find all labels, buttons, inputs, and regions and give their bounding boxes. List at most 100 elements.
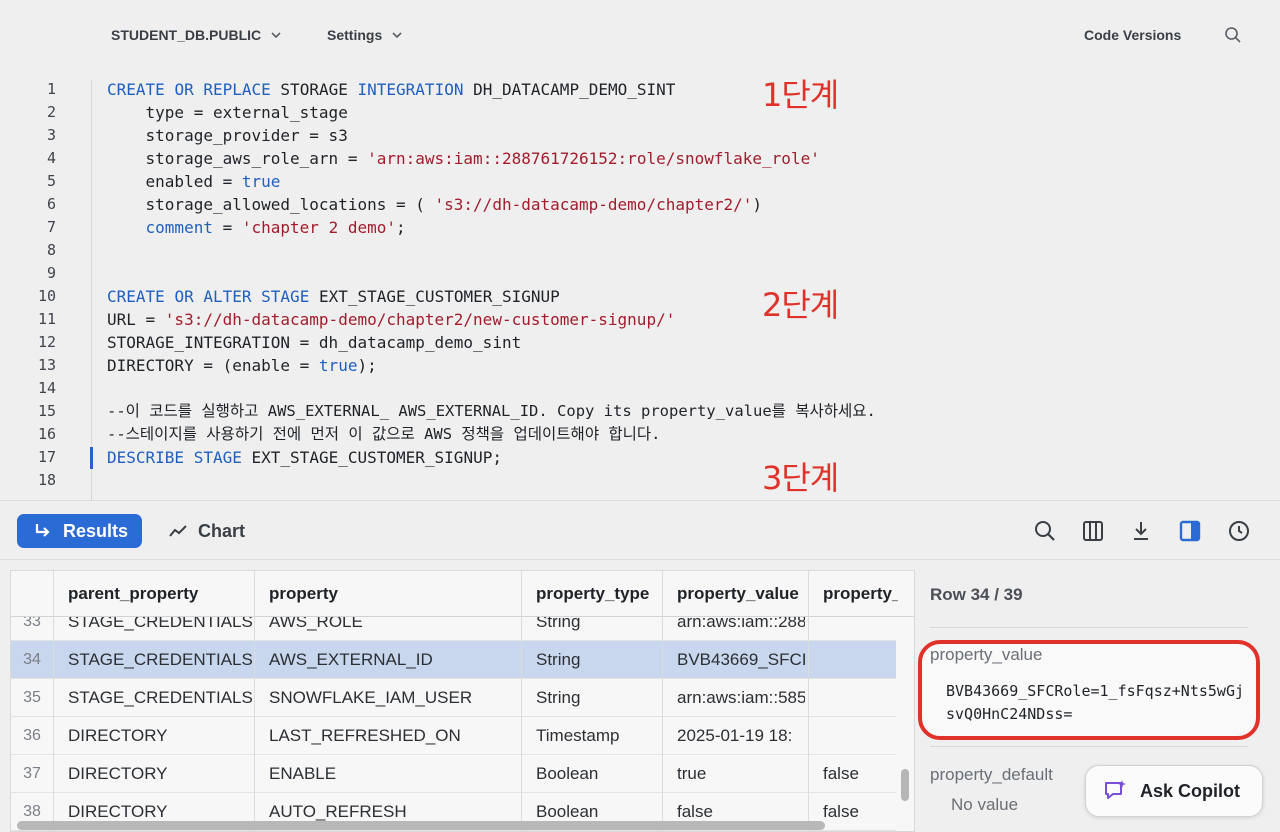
column-divider [254, 571, 255, 831]
code-line-15: --이 코드를 실행하고 AWS_EXTERNAL_ AWS_EXTERNAL_… [107, 402, 876, 420]
cell-parent-property: DIRECTORY [68, 764, 168, 783]
column-header[interactable]: parent_property [68, 571, 253, 617]
code-line-16: --스테이지를 사용하기 전에 먼저 이 값으로 AWS 정책을 업데이트해야 … [107, 425, 661, 443]
cell-property-value: BVB43669_SFCI [677, 650, 805, 669]
row-number: 35 [23, 689, 41, 706]
step-2-annotation: 2단계 [762, 286, 839, 324]
cell-property-type: Timestamp [536, 726, 620, 745]
row-indicator: Row 34 / 39 [930, 585, 1023, 604]
column-header[interactable]: property [269, 571, 524, 617]
results-tab[interactable]: Results [17, 514, 142, 548]
ask-copilot-label: Ask Copilot [1140, 780, 1241, 801]
cell-property-default: false [823, 802, 859, 821]
line-number: 13 [37, 356, 56, 374]
line-number: 18 [37, 471, 56, 489]
code-line-4: storage_aws_role_arn = 'arn:aws:iam::288… [107, 149, 820, 168]
property-default-value: No value [951, 795, 1019, 814]
code-line-13: DIRECTORY = (enable = true); [107, 356, 377, 375]
line-number: 16 [37, 425, 56, 443]
cell-parent-property: STAGE_CREDENTIALS [68, 650, 253, 669]
chart-label: Chart [198, 520, 246, 541]
cell-property-default: false [823, 764, 859, 783]
side-panel-icon[interactable] [1178, 519, 1202, 543]
row-number: 34 [23, 651, 41, 668]
column-divider [521, 571, 522, 831]
horizontal-scrollbar[interactable] [17, 821, 825, 830]
step-3-annotation: 3단계 [762, 459, 839, 497]
row-number: 36 [23, 727, 41, 744]
table-row-selected[interactable]: 34 STAGE_CREDENTIALS AWS_EXTERNAL_ID Str… [11, 641, 896, 679]
line-number: 11 [37, 310, 56, 328]
search-icon[interactable] [1033, 519, 1057, 543]
code-line-3: storage_provider = s3 [107, 126, 348, 145]
line-number: 15 [37, 402, 56, 420]
chevron-down-icon [271, 32, 281, 39]
chart-tab[interactable]: Chart [168, 514, 245, 548]
code-line-6: storage_allowed_locations = ( 's3://dh-d… [107, 195, 763, 214]
chevron-down-icon [392, 32, 402, 39]
copilot-sparkle-icon [1105, 780, 1126, 799]
table-row[interactable]: 35 STAGE_CREDENTIALS SNOWFLAKE_IAM_USER … [11, 679, 896, 717]
table-row[interactable]: 37 DIRECTORY ENABLE Boolean true false [11, 755, 896, 793]
ask-copilot-button[interactable]: Ask Copilot [1085, 765, 1263, 817]
cell-parent-property: STAGE_CREDENTIALS [68, 688, 253, 707]
cell-property-value: arn:aws:iam::585 [677, 688, 805, 707]
code-line-1: CREATE OR REPLACE STORAGE INTEGRATION DH… [107, 80, 676, 99]
step-1-annotation: 1단계 [762, 76, 839, 114]
line-number: 8 [46, 241, 56, 259]
results-grid: parent_property property property_type p… [10, 570, 915, 832]
column-header[interactable]: property_type [536, 571, 666, 617]
cell-property-type: Boolean [536, 764, 599, 783]
columns-icon[interactable] [1081, 519, 1105, 543]
line-number: 9 [46, 264, 56, 282]
line-number: 6 [46, 195, 56, 213]
column-header[interactable]: property_ [823, 571, 898, 617]
cell-property: AWS_EXTERNAL_ID [269, 650, 433, 669]
line-number: 14 [37, 379, 56, 397]
results-toolbar: Results Chart [0, 500, 1280, 560]
line-number: 5 [46, 172, 56, 190]
cell-property-type: String [536, 688, 581, 707]
divider [930, 746, 1248, 747]
code-versions-button[interactable]: Code Versions [1084, 27, 1181, 43]
code-line-12: STORAGE_INTEGRATION = dh_datacamp_demo_s… [107, 333, 522, 352]
gutter-divider [91, 80, 92, 500]
code-editor[interactable]: 1 2 3 4 5 6 7 8 9 10 11 12 13 14 15 16 1… [0, 70, 1280, 500]
line-number: 2 [46, 103, 56, 121]
history-icon[interactable] [1227, 519, 1251, 543]
property-value-label: property_value [930, 645, 1043, 664]
vertical-scrollbar[interactable] [901, 769, 909, 801]
cell-property: LAST_REFRESHED_ON [269, 726, 461, 745]
divider [930, 627, 1248, 628]
line-number: 3 [46, 126, 56, 144]
line-number: 10 [37, 287, 56, 305]
database-selector[interactable]: STUDENT_DB.PUBLIC [111, 27, 283, 43]
column-header[interactable]: property_value [677, 571, 812, 617]
download-icon[interactable] [1129, 519, 1153, 543]
cell-property-value: 2025-01-19 18: [677, 726, 793, 745]
cell-parent-property: DIRECTORY [68, 726, 168, 745]
line-number: 1 [46, 80, 56, 98]
code-line-11: URL = 's3://dh-datacamp-demo/chapter2/ne… [107, 310, 676, 329]
property-value-text[interactable]: BVB43669_SFCRole=1_fsFqsz+Nts5wGjsvQ0HnC… [946, 680, 1251, 726]
grid-header: parent_property property property_type p… [11, 571, 914, 617]
line-chart-icon [169, 525, 187, 537]
top-bar: STUDENT_DB.PUBLIC Settings Code Versions [0, 0, 1280, 70]
code-line-2: type = external_stage [107, 103, 348, 122]
line-number: 17 [37, 448, 56, 466]
code-line-10: CREATE OR ALTER STAGE EXT_STAGE_CUSTOMER… [107, 287, 560, 306]
return-arrow-icon [35, 524, 50, 537]
code-line-17: DESCRIBE STAGE EXT_STAGE_CUSTOMER_SIGNUP… [107, 448, 502, 467]
table-row[interactable]: 36 DIRECTORY LAST_REFRESHED_ON Timestamp… [11, 717, 896, 755]
cell-property-type: String [536, 650, 581, 669]
column-divider [53, 571, 54, 831]
cell-property-value: true [677, 764, 707, 783]
settings-menu[interactable]: Settings [327, 27, 404, 43]
row-number: 37 [23, 765, 41, 782]
cell-property: SNOWFLAKE_IAM_USER [269, 688, 473, 707]
search-icon[interactable] [1224, 26, 1242, 44]
line-number: 12 [37, 333, 56, 351]
database-label: STUDENT_DB.PUBLIC [111, 27, 262, 43]
line-number: 4 [46, 149, 56, 167]
line-number: 7 [46, 218, 56, 236]
